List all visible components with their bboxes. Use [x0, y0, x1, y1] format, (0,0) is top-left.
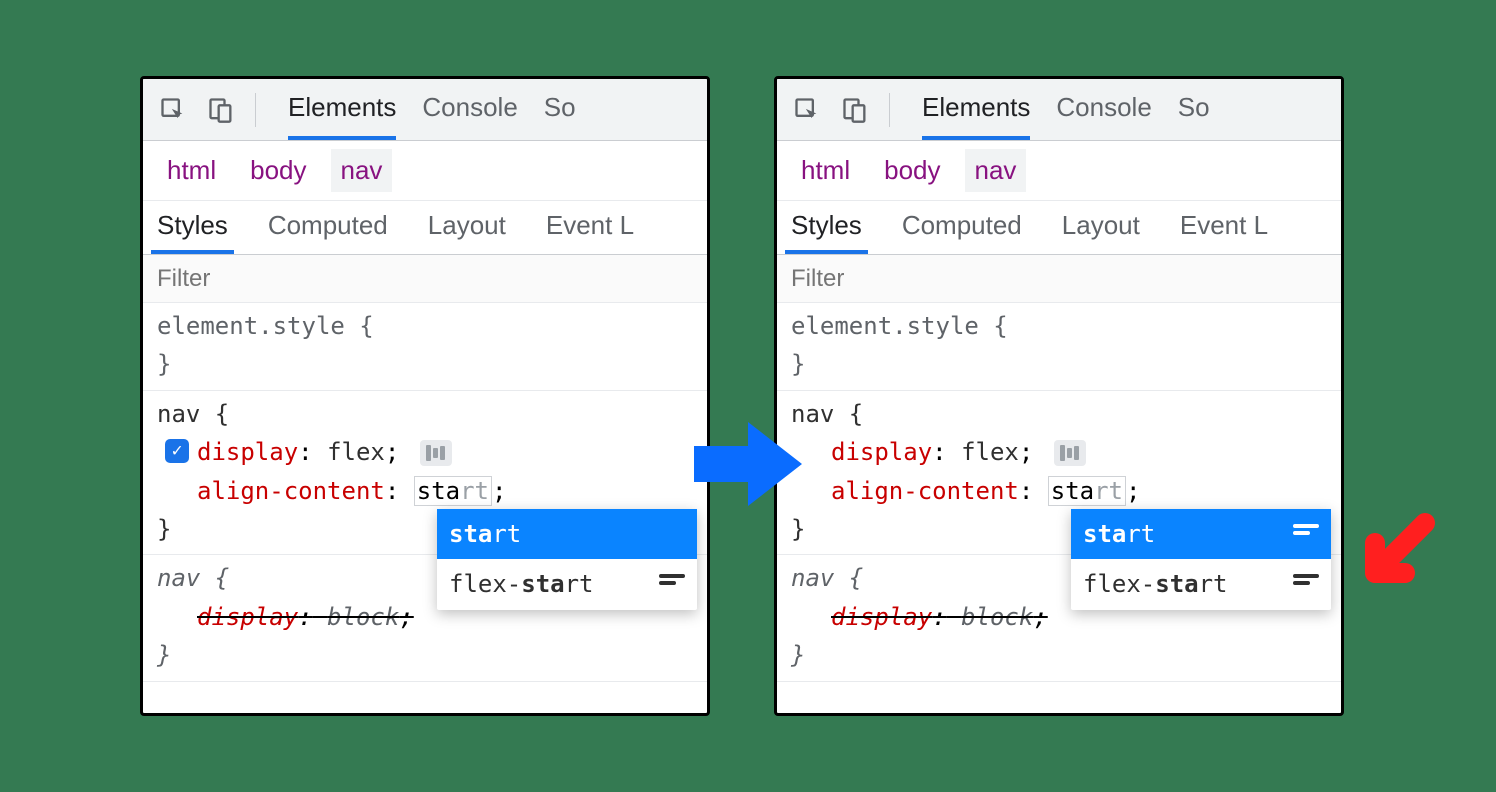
- autocomplete-item-flex-start[interactable]: flex-start: [437, 559, 697, 609]
- tab-console[interactable]: Console: [1056, 79, 1151, 140]
- property: display: [831, 603, 932, 631]
- subtabs: Styles Computed Layout Event L: [777, 201, 1341, 255]
- breadcrumb: html body nav: [143, 141, 707, 201]
- tab-console[interactable]: Console: [422, 79, 517, 140]
- rule-element-style[interactable]: element.style { }: [143, 303, 707, 391]
- tab-elements[interactable]: Elements: [288, 79, 396, 140]
- declaration-align-content[interactable]: align-content: start;: [157, 472, 693, 510]
- inspect-icon[interactable]: [153, 90, 193, 130]
- inspect-icon[interactable]: [787, 90, 827, 130]
- tab-computed[interactable]: Computed: [262, 201, 394, 254]
- separator: [889, 93, 890, 127]
- value-editing[interactable]: start: [414, 476, 492, 506]
- autocomplete-popup: start flex-start: [1071, 509, 1331, 610]
- device-toggle-icon[interactable]: [201, 90, 241, 130]
- align-start-icon: [1293, 574, 1319, 594]
- filter-input[interactable]: [777, 255, 1341, 302]
- selector: element.style {: [791, 307, 1327, 345]
- value: block: [327, 603, 399, 631]
- tab-eventlisteners[interactable]: Event L: [1174, 201, 1274, 254]
- toolbar: Elements Console So: [143, 79, 707, 141]
- main-tabs: Elements Console So: [922, 79, 1210, 140]
- arrow-right-icon: [688, 404, 808, 529]
- crumb-body[interactable]: body: [874, 149, 950, 192]
- crumb-html[interactable]: html: [791, 149, 860, 192]
- property: display: [831, 438, 932, 466]
- align-start-icon: [1293, 524, 1319, 544]
- property: align-content: [831, 477, 1019, 505]
- devtools-panel-after: Elements Console So html body nav Styles…: [774, 76, 1344, 716]
- value: flex: [961, 438, 1019, 466]
- crumb-html[interactable]: html: [157, 149, 226, 192]
- brace-close: }: [791, 345, 1327, 383]
- property: align-content: [197, 477, 385, 505]
- declaration-display[interactable]: display: flex;: [791, 433, 1327, 471]
- rule-element-style[interactable]: element.style { }: [777, 303, 1341, 391]
- selector: nav {: [157, 395, 693, 433]
- rule-nav[interactable]: nav { display: flex; align-content: star…: [777, 391, 1341, 556]
- brace-close: }: [157, 345, 693, 383]
- tab-layout[interactable]: Layout: [1056, 201, 1146, 254]
- value: flex: [327, 438, 385, 466]
- filter-row: [777, 255, 1341, 303]
- brace-close: }: [157, 636, 693, 674]
- autocomplete-item-start[interactable]: start: [1071, 509, 1331, 559]
- property: display: [197, 438, 298, 466]
- breadcrumb: html body nav: [777, 141, 1341, 201]
- brace-close: }: [791, 636, 1327, 674]
- styles-rules: element.style { } nav { display: flex; a…: [777, 303, 1341, 682]
- flex-badge-icon[interactable]: [1054, 440, 1086, 466]
- tab-layout[interactable]: Layout: [422, 201, 512, 254]
- autocomplete-item-start[interactable]: start: [437, 509, 697, 559]
- value-editing[interactable]: start: [1048, 476, 1126, 506]
- checkbox-icon[interactable]: ✓: [165, 439, 189, 463]
- toolbar: Elements Console So: [777, 79, 1341, 141]
- crumb-nav[interactable]: nav: [331, 149, 393, 192]
- tab-styles[interactable]: Styles: [785, 201, 868, 254]
- declaration-display[interactable]: ✓ display: flex;: [157, 433, 693, 471]
- autocomplete-popup: start flex-start: [437, 509, 697, 610]
- main-tabs: Elements Console So: [288, 79, 576, 140]
- value: block: [961, 603, 1033, 631]
- tab-computed[interactable]: Computed: [896, 201, 1028, 254]
- align-start-icon: [659, 574, 685, 594]
- autocomplete-item-flex-start[interactable]: flex-start: [1071, 559, 1331, 609]
- selector: nav {: [791, 395, 1327, 433]
- flex-badge-icon[interactable]: [420, 440, 452, 466]
- rule-nav[interactable]: nav { ✓ display: flex; align-content: st…: [143, 391, 707, 556]
- devtools-panel-before: Elements Console So html body nav Styles…: [140, 76, 710, 716]
- filter-row: [143, 255, 707, 303]
- declaration-align-content[interactable]: align-content: start;: [791, 472, 1327, 510]
- tab-elements[interactable]: Elements: [922, 79, 1030, 140]
- tab-sources[interactable]: So: [544, 79, 576, 140]
- crumb-nav[interactable]: nav: [965, 149, 1027, 192]
- tab-sources[interactable]: So: [1178, 79, 1210, 140]
- crumb-body[interactable]: body: [240, 149, 316, 192]
- separator: [255, 93, 256, 127]
- property: display: [197, 603, 298, 631]
- selector: element.style {: [157, 307, 693, 345]
- filter-input[interactable]: [143, 255, 707, 302]
- tab-eventlisteners[interactable]: Event L: [540, 201, 640, 254]
- styles-rules: element.style { } nav { ✓ display: flex;…: [143, 303, 707, 682]
- attention-arrow-icon: [1340, 508, 1440, 613]
- tab-styles[interactable]: Styles: [151, 201, 234, 254]
- subtabs: Styles Computed Layout Event L: [143, 201, 707, 255]
- device-toggle-icon[interactable]: [835, 90, 875, 130]
